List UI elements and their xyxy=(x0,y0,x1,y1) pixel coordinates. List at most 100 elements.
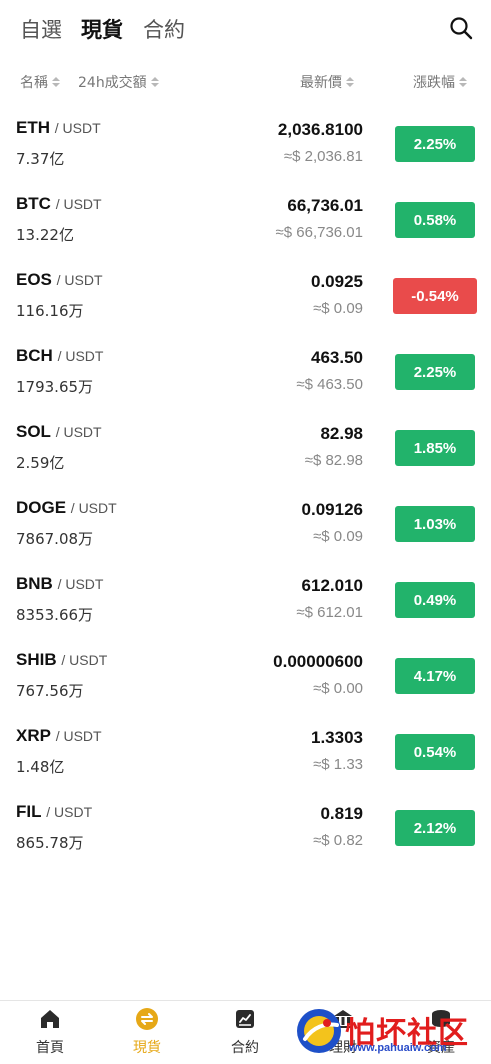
bottom-nav: 首頁 現貨 合約 理財 資產 怕坏社区 www.pahuaiw.com xyxy=(0,1000,491,1064)
quote-symbol: / USDT xyxy=(55,424,102,440)
sort-volume[interactable]: 24h成交額 xyxy=(78,72,159,92)
change-badge[interactable]: 4.17% xyxy=(395,658,475,694)
column-price-label: 最新價 xyxy=(300,75,342,91)
market-row[interactable]: BNB / USDT 8353.66万 612.010 ≈$ 612.01 0.49% xyxy=(0,562,491,638)
base-symbol: BTC xyxy=(16,194,51,213)
base-symbol: DOGE xyxy=(16,498,67,517)
volume-24h: 7.37亿 xyxy=(16,150,65,168)
sort-icon xyxy=(346,77,354,87)
column-header: 名稱 24h成交額 最新價 漲跌幅 xyxy=(0,68,491,94)
pair-symbol: SOL / USDT xyxy=(16,422,102,442)
sort-icon xyxy=(52,77,60,87)
base-symbol: SHIB xyxy=(16,650,57,669)
change-badge[interactable]: 2.12% xyxy=(395,810,475,846)
sort-icon xyxy=(459,77,467,87)
last-price: 1.3303 xyxy=(311,728,363,747)
home-icon xyxy=(41,1010,59,1028)
market-row[interactable]: ETH / USDT 7.37亿 2,036.8100 ≈$ 2,036.81 2.25… xyxy=(0,106,491,182)
column-change-label: 漲跌幅 xyxy=(413,75,455,91)
last-price: 2,036.8100 xyxy=(277,120,363,139)
sort-price[interactable]: 最新價 xyxy=(300,72,354,92)
quote-symbol: / USDT xyxy=(55,728,102,744)
nav-spot-label: 現貨 xyxy=(133,1040,161,1056)
sort-icon xyxy=(150,77,159,87)
base-symbol: BNB xyxy=(16,574,53,593)
tab-futures[interactable]: 合約 xyxy=(143,14,185,44)
volume-24h: 1793.65万 xyxy=(16,378,94,396)
fiat-price: ≈$ 0.82 xyxy=(313,832,363,849)
change-badge[interactable]: 0.49% xyxy=(395,582,475,618)
last-price: 463.50 xyxy=(311,348,363,367)
tab-favorites[interactable]: 自選 xyxy=(20,14,62,44)
pair-symbol: BTC / USDT xyxy=(16,194,102,214)
last-price: 66,736.01 xyxy=(287,196,363,215)
nav-home-label: 首頁 xyxy=(36,1040,64,1056)
fiat-price: ≈$ 0.09 xyxy=(313,528,363,545)
market-row[interactable]: SOL / USDT 2.59亿 82.98 ≈$ 82.98 1.85% xyxy=(0,410,491,486)
last-price: 0.00000600 xyxy=(273,652,363,671)
nav-home[interactable]: 首頁 xyxy=(10,1007,90,1057)
pair-symbol: SHIB / USDT xyxy=(16,650,107,670)
market-row[interactable]: FIL / USDT 865.78万 0.819 ≈$ 0.82 2.12% xyxy=(0,790,491,866)
nav-futures[interactable]: 合約 xyxy=(205,1007,285,1057)
last-price: 0.0925 xyxy=(311,272,363,291)
base-symbol: FIL xyxy=(16,802,42,821)
quote-symbol: / USDT xyxy=(61,652,108,668)
watermark-logo-icon xyxy=(297,1009,341,1053)
market-row[interactable]: DOGE / USDT 7867.08万 0.09126 ≈$ 0.09 1.03% xyxy=(0,486,491,562)
change-badge[interactable]: 2.25% xyxy=(395,354,475,390)
last-price: 612.010 xyxy=(301,576,363,595)
watermark: 怕坏社区 www.pahuaiw.com xyxy=(293,1002,483,1060)
volume-24h: 13.22亿 xyxy=(16,226,74,244)
quote-symbol: / USDT xyxy=(46,804,93,820)
change-badge[interactable]: 1.03% xyxy=(395,506,475,542)
fiat-price: ≈$ 82.98 xyxy=(304,452,363,469)
base-symbol: XRP xyxy=(16,726,51,745)
nav-spot[interactable]: 現貨 xyxy=(107,1007,187,1057)
sort-name[interactable]: 名稱 xyxy=(20,72,60,92)
sort-change[interactable]: 漲跌幅 xyxy=(413,72,467,92)
volume-24h: 8353.66万 xyxy=(16,606,94,624)
fiat-price: ≈$ 2,036.81 xyxy=(283,148,363,165)
fiat-price: ≈$ 1.33 xyxy=(313,756,363,773)
market-row[interactable]: EOS / USDT 116.16万 0.0925 ≈$ 0.09 -0.54% xyxy=(0,258,491,334)
pair-symbol: BNB / USDT xyxy=(16,574,103,594)
market-list: ETH / USDT 7.37亿 2,036.8100 ≈$ 2,036.81 2.25… xyxy=(0,106,491,866)
market-row[interactable]: SHIB / USDT 767.56万 0.00000600 ≈$ 0.00 4.17% xyxy=(0,638,491,714)
change-badge[interactable]: -0.54% xyxy=(393,278,477,314)
pair-symbol: DOGE / USDT xyxy=(16,498,117,518)
quote-symbol: / USDT xyxy=(57,576,104,592)
pair-symbol: BCH / USDT xyxy=(16,346,103,366)
change-badge[interactable]: 0.54% xyxy=(395,734,475,770)
column-name-label: 名稱 xyxy=(20,75,48,91)
search-icon[interactable] xyxy=(449,16,473,40)
pair-symbol: ETH / USDT xyxy=(16,118,101,138)
last-price: 0.09126 xyxy=(301,500,363,519)
tab-spot[interactable]: 現貨 xyxy=(81,14,123,44)
quote-symbol: / USDT xyxy=(70,500,117,516)
watermark-url: www.pahuaiw.com xyxy=(349,1042,447,1054)
volume-24h: 865.78万 xyxy=(16,834,84,852)
market-row[interactable]: BTC / USDT 13.22亿 66,736.01 ≈$ 66,736.01 0.5… xyxy=(0,182,491,258)
base-symbol: BCH xyxy=(16,346,53,365)
swap-icon xyxy=(136,1008,158,1030)
fiat-price: ≈$ 0.00 xyxy=(313,680,363,697)
market-row[interactable]: XRP / USDT 1.48亿 1.3303 ≈$ 1.33 0.54% xyxy=(0,714,491,790)
change-badge[interactable]: 2.25% xyxy=(395,126,475,162)
last-price: 0.819 xyxy=(320,804,363,823)
pair-symbol: FIL / USDT xyxy=(16,802,92,822)
chart-icon xyxy=(236,1010,254,1028)
nav-futures-label: 合約 xyxy=(231,1040,259,1056)
quote-symbol: / USDT xyxy=(54,120,101,136)
base-symbol: ETH xyxy=(16,118,50,137)
base-symbol: EOS xyxy=(16,270,52,289)
volume-24h: 1.48亿 xyxy=(16,758,65,776)
market-row[interactable]: BCH / USDT 1793.65万 463.50 ≈$ 463.50 2.25% xyxy=(0,334,491,410)
quote-symbol: / USDT xyxy=(56,272,103,288)
last-price: 82.98 xyxy=(320,424,363,443)
change-badge[interactable]: 1.85% xyxy=(395,430,475,466)
change-badge[interactable]: 0.58% xyxy=(395,202,475,238)
volume-24h: 7867.08万 xyxy=(16,530,94,548)
volume-24h: 767.56万 xyxy=(16,682,84,700)
pair-symbol: EOS / USDT xyxy=(16,270,103,290)
